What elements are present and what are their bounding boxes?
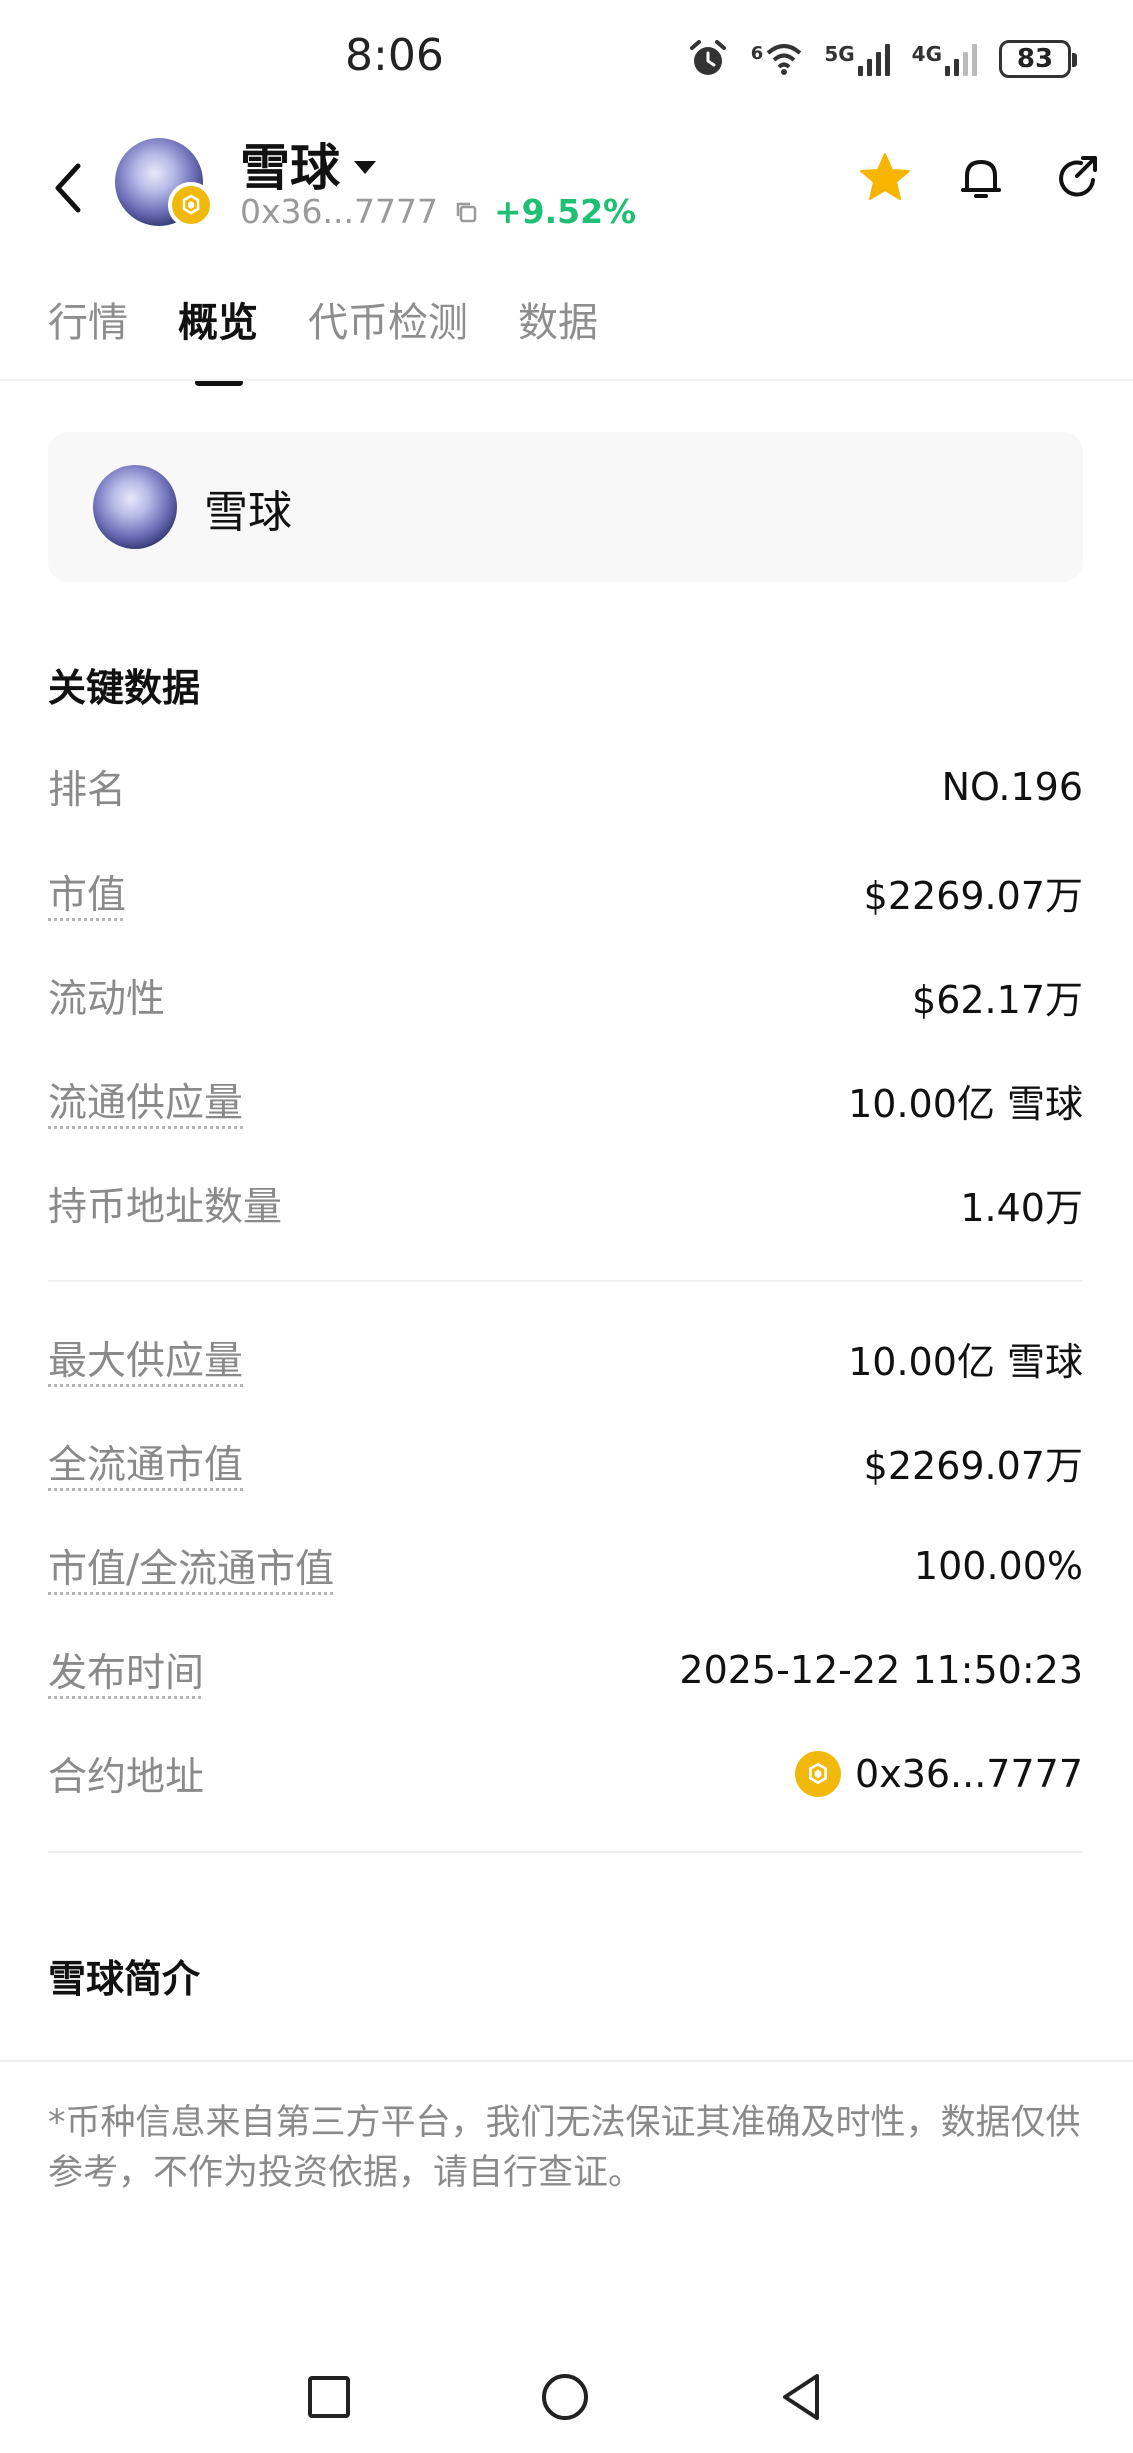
- row-label[interactable]: 发布时间: [48, 1642, 204, 1698]
- intro-title: 雪球简介: [48, 1957, 201, 2001]
- bnb-chain-icon: [795, 1751, 842, 1797]
- battery-icon: 83: [999, 40, 1077, 78]
- row-holders: 持币地址数量 1.40万: [48, 1174, 1083, 1234]
- row-value: 10.00亿 雪球: [848, 1081, 1083, 1126]
- row-label: 合约地址: [48, 1755, 205, 1800]
- token-header: 雪球 0x36...7777 +9.52%: [0, 120, 1133, 250]
- back-nav-icon[interactable]: [775, 2370, 829, 2424]
- wifi-indicator: 6: [751, 43, 803, 75]
- key-data-title: 关键数据: [48, 666, 201, 710]
- row-label[interactable]: 市值/全流通市值: [48, 1538, 334, 1594]
- tab-data[interactable]: 数据: [518, 290, 598, 348]
- caret-down-icon: [354, 160, 376, 174]
- section-divider: [48, 1280, 1083, 1282]
- tab-divider: [0, 379, 1133, 381]
- row-rank: 排名 NO.196: [48, 757, 1083, 817]
- row-value: 100.00%: [913, 1544, 1083, 1588]
- row-value: $2269.07万: [863, 873, 1083, 918]
- status-bar: 8:06 6 5G 4G 83: [0, 0, 1133, 120]
- recent-apps-icon[interactable]: [302, 2370, 356, 2424]
- row-liquidity: 流动性 $62.17万: [48, 966, 1083, 1026]
- wifi-icon: [766, 44, 802, 75]
- price-change: +9.52%: [493, 192, 637, 231]
- header-actions: [857, 150, 1105, 206]
- token-name: 雪球: [240, 139, 340, 197]
- tab-market[interactable]: 行情: [48, 290, 128, 348]
- row-label[interactable]: 流通供应量: [48, 1072, 243, 1128]
- token-address: 0x36...7777: [240, 192, 438, 231]
- home-icon[interactable]: [538, 2370, 592, 2424]
- back-arrow-icon[interactable]: [48, 158, 88, 218]
- row-value: 10.00亿 雪球: [848, 1339, 1083, 1384]
- copy-icon[interactable]: [454, 200, 478, 224]
- row-circulating-supply[interactable]: 流通供应量 10.00亿 雪球: [48, 1070, 1083, 1130]
- star-icon[interactable]: [857, 150, 913, 206]
- row-value: $2269.07万: [863, 1443, 1083, 1488]
- token-card-avatar: [93, 465, 177, 549]
- bell-icon[interactable]: [953, 150, 1009, 206]
- token-title[interactable]: 雪球: [240, 128, 376, 200]
- row-contract-address[interactable]: 合约地址 0x36...7777: [48, 1744, 1083, 1804]
- alarm-icon: [689, 40, 726, 75]
- row-fdv[interactable]: 全流通市值 $2269.07万: [48, 1432, 1083, 1492]
- row-label: 持币地址数量: [48, 1185, 283, 1230]
- status-time: 8:06: [345, 30, 444, 81]
- system-nav-bar: [0, 2330, 1133, 2453]
- row-value: 1.40万: [960, 1185, 1083, 1230]
- tab-overview[interactable]: 概览: [178, 290, 258, 386]
- token-card-name: 雪球: [204, 487, 292, 538]
- row-market-cap[interactable]: 市值 $2269.07万: [48, 862, 1083, 922]
- token-subtitle: 0x36...7777 +9.52%: [240, 192, 636, 231]
- row-value: $62.17万: [912, 977, 1083, 1022]
- row-value[interactable]: 0x36...7777: [795, 1751, 1083, 1797]
- row-label[interactable]: 最大供应量: [48, 1330, 243, 1386]
- row-mc-fdv-ratio[interactable]: 市值/全流通市值 100.00%: [48, 1536, 1083, 1596]
- row-label: 排名: [48, 768, 127, 813]
- signal-bars-icon: [857, 42, 890, 76]
- row-value: NO.196: [941, 765, 1083, 809]
- row-label[interactable]: 市值: [48, 864, 126, 920]
- row-launch-time[interactable]: 发布时间 2025-12-22 11:50:23: [48, 1640, 1083, 1700]
- share-icon[interactable]: [1049, 150, 1105, 206]
- row-label[interactable]: 全流通市值: [48, 1434, 243, 1490]
- section-divider: [48, 1851, 1083, 1853]
- contract-address-text: 0x36...7777: [855, 1752, 1083, 1796]
- token-card[interactable]: 雪球: [48, 432, 1083, 582]
- signal-5g: 5G: [824, 42, 890, 76]
- row-value: 2025-12-22 11:50:23: [679, 1648, 1083, 1692]
- bnb-chain-icon: [168, 182, 214, 228]
- tab-bar: 行情 概览 代币检测 数据: [48, 290, 598, 386]
- status-icons: 6 5G 4G 83: [687, 38, 1077, 80]
- signal-4g: 4G: [912, 42, 977, 76]
- row-label: 流动性: [48, 977, 166, 1022]
- row-max-supply[interactable]: 最大供应量 10.00亿 雪球: [48, 1328, 1083, 1388]
- disclaimer-text: *币种信息来自第三方平台，我们无法保证其准确及时性，数据仅供参考，不作为投资依据…: [48, 2103, 1081, 2193]
- signal-bars-icon: [945, 42, 977, 76]
- tab-token-check[interactable]: 代币检测: [308, 290, 468, 348]
